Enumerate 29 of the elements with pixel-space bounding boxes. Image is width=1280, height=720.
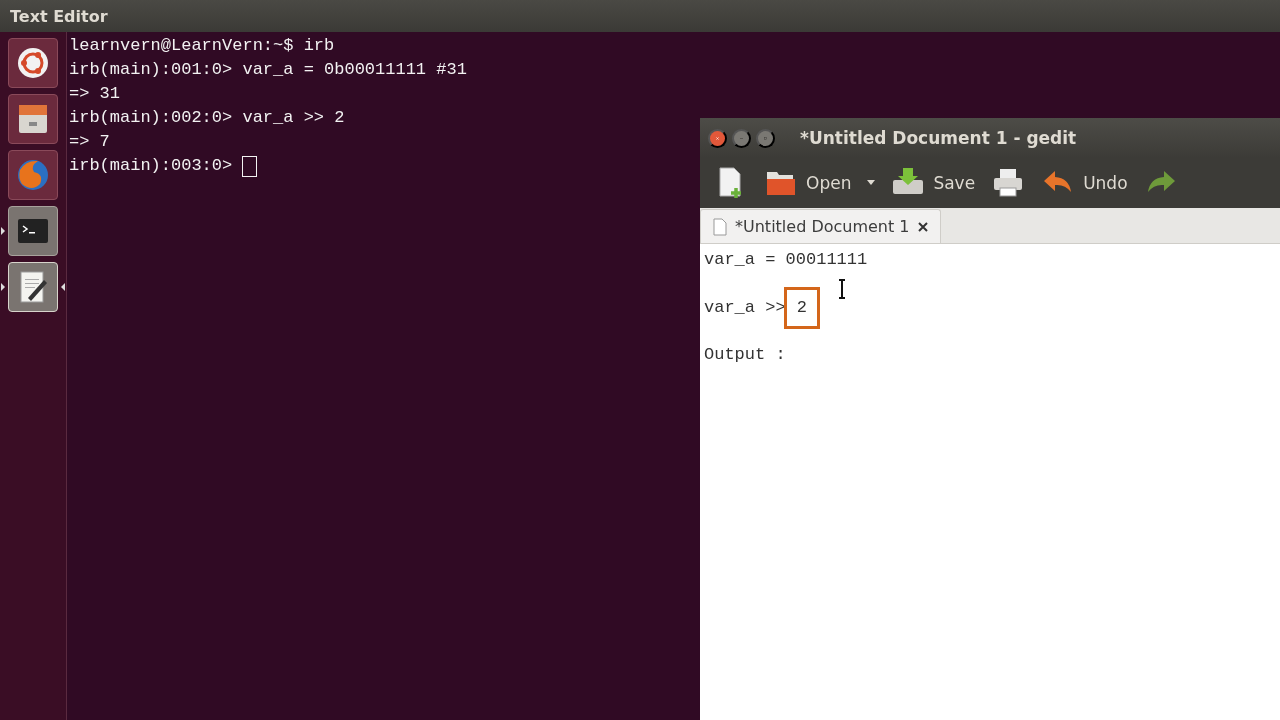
terminal-line: learnvern@LearnVern:~$ irb <box>69 35 335 57</box>
editor-line: var_a >> <box>704 296 786 319</box>
terminal-line: irb(main):002:0> var_a >> 2 <box>69 107 345 129</box>
maximize-button[interactable] <box>756 128 775 148</box>
save-button[interactable]: Save <box>887 164 980 202</box>
launcher-item[interactable] <box>8 94 58 144</box>
editor-line: Output : <box>704 344 786 366</box>
close-icon <box>917 222 928 232</box>
caret-icon <box>867 180 876 186</box>
tab-label: *Untitled Document 1 <box>735 217 910 236</box>
editor-line: var_a = 00011111 <box>704 249 868 271</box>
document-icon <box>713 217 727 236</box>
terminal-line: => 7 <box>69 131 110 153</box>
document-tab[interactable]: *Untitled Document 1 <box>700 209 941 243</box>
terminal-line: => 31 <box>69 83 120 105</box>
open-button[interactable]: Open <box>760 164 856 202</box>
launcher-item[interactable] <box>8 206 58 256</box>
text-cursor-icon <box>838 279 846 299</box>
window-title: *Untitled Document 1 - gedit <box>800 128 1077 148</box>
ubuntu-logo-icon <box>16 46 50 80</box>
window-title: Text Editor <box>10 6 108 26</box>
close-button[interactable] <box>708 128 727 148</box>
undo-button[interactable]: Undo <box>1037 164 1132 202</box>
highlighted-text: 2 <box>783 286 820 329</box>
file-cabinet-icon <box>16 102 50 136</box>
launcher-item[interactable] <box>8 38 58 88</box>
terminal-line: irb(main):001:0> var_a = 0b00011111 #31 <box>69 59 467 81</box>
terminal-line: irb(main):003:0> <box>69 155 234 177</box>
minimize-button[interactable] <box>732 128 751 148</box>
